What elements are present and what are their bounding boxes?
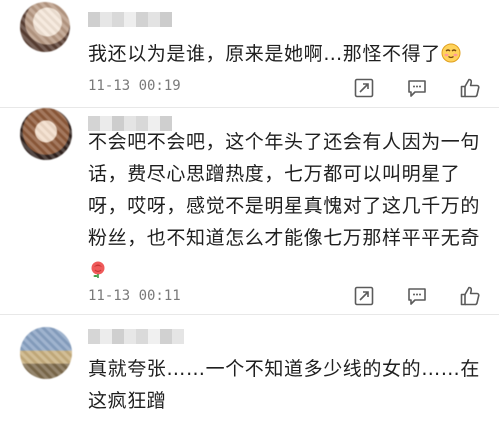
thumbs-up-icon[interactable] — [459, 285, 481, 307]
comment-item-1: 我还以为是谁，原来是她啊…那怪不得了 11-13 00:19 — [0, 0, 499, 108]
share-icon[interactable] — [353, 285, 375, 307]
comment-text: 我还以为是谁，原来是她啊…那怪不得了 — [88, 38, 483, 70]
comment-timestamp: 11-13 00:11 — [88, 288, 181, 304]
comment-text: 不会吧不会吧，这个年头了还会有人因为一句话，费尽心思蹭热度，七万都可以叫明星了呀… — [88, 126, 483, 286]
shy-smile-emoji — [441, 43, 461, 63]
avatar-pixelation — [20, 108, 72, 160]
avatar[interactable] — [20, 108, 72, 160]
rose-emoji — [91, 261, 105, 278]
comment-item-2: 不会吧不会吧，这个年头了还会有人因为一句话，费尽心思蹭热度，七万都可以叫明星了呀… — [0, 108, 499, 315]
avatar[interactable] — [20, 327, 72, 379]
comment-item-3: 真就夸张……一个不知道多少线的女的……在这疯狂蹭 — [0, 315, 499, 428]
share-icon[interactable] — [353, 77, 375, 99]
avatar-pixelation — [20, 327, 72, 379]
comment-actions — [353, 77, 481, 99]
comment-timestamp: 11-13 00:19 — [88, 78, 181, 94]
avatar-pixelation — [20, 2, 70, 52]
comment-actions — [353, 285, 481, 307]
username-mosaic[interactable] — [88, 12, 172, 27]
comment-icon[interactable] — [406, 77, 428, 99]
avatar[interactable] — [20, 2, 70, 52]
comment-text: 真就夸张……一个不知道多少线的女的……在这疯狂蹭 — [88, 358, 481, 412]
thumbs-up-icon[interactable] — [459, 77, 481, 99]
comment-icon[interactable] — [406, 285, 428, 307]
username-mosaic[interactable] — [88, 329, 184, 344]
